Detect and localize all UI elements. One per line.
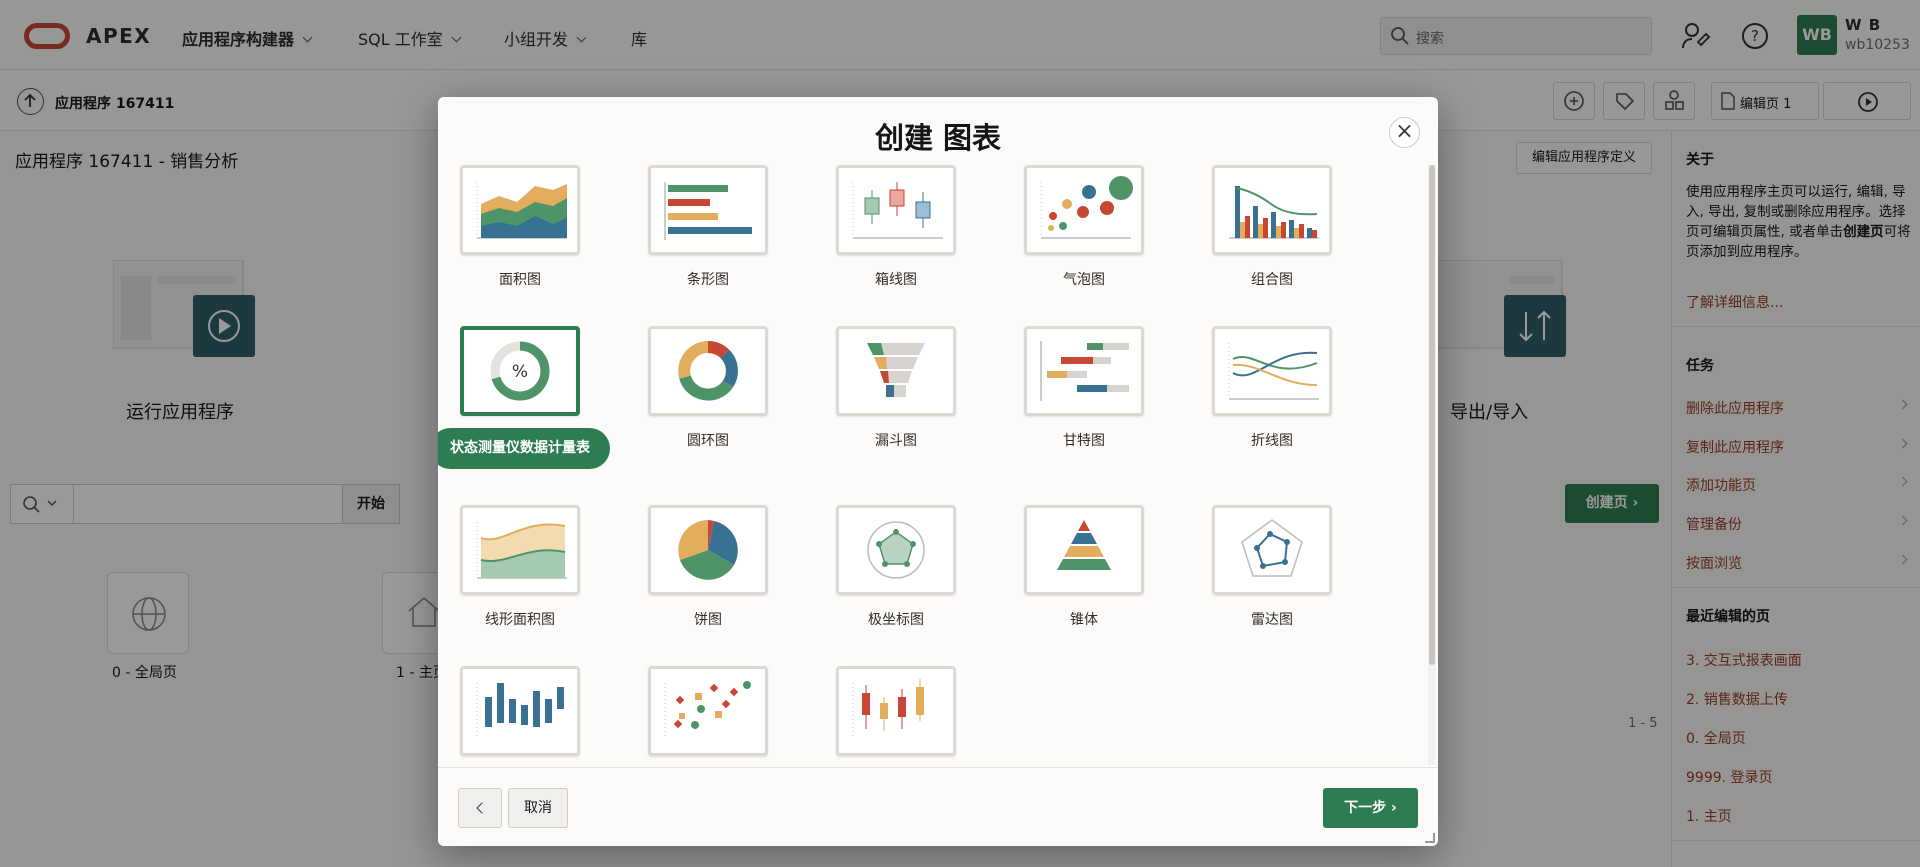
chart-option-donut[interactable]: 圆环图 — [614, 326, 802, 451]
chart-option-pyramid[interactable]: 锥体 — [990, 505, 1178, 630]
scatter-chart-icon — [648, 666, 768, 756]
chart-option-label: 折线图 — [1251, 433, 1293, 449]
bubble-chart-icon — [1024, 165, 1144, 255]
chart-option-label: 组合图 — [1251, 272, 1293, 288]
chart-option-area[interactable]: 面积图 — [438, 165, 614, 290]
previous-button[interactable] — [458, 788, 502, 828]
create-chart-dialog: 创建 图表 × 面积图 条形图 箱线图 气泡图 组合图 % 状态测量仪数据计量表 — [438, 97, 1438, 846]
gantt-chart-icon — [1024, 326, 1144, 416]
next-button-label: 下一步 — [1344, 800, 1387, 816]
chart-option-polar[interactable]: 极坐标图 — [802, 505, 990, 630]
chart-option-label: 甘特图 — [1063, 433, 1105, 449]
chart-option-box-plot[interactable]: 箱线图 — [802, 165, 990, 290]
chart-option-bubble[interactable]: 气泡图 — [990, 165, 1178, 290]
dialog-footer: 取消 下一步 › — [438, 767, 1438, 846]
chart-option-bar[interactable]: 条形图 — [614, 165, 802, 290]
chart-option-pie[interactable]: 饼图 — [614, 505, 802, 630]
chart-option-label: 雷达图 — [1251, 612, 1293, 628]
chart-option-radar[interactable]: 雷达图 — [1178, 505, 1366, 630]
line-area-chart-icon — [460, 505, 580, 595]
chart-option-label: 条形图 — [687, 272, 729, 288]
donut-chart-icon — [648, 326, 768, 416]
chart-option-label: 状态测量仪数据计量表 — [438, 428, 610, 469]
chart-option-funnel[interactable]: 漏斗图 — [802, 326, 990, 451]
chart-option-label: 面积图 — [499, 272, 541, 288]
range-chart-icon — [460, 666, 580, 756]
status-meter-gauge-icon: % — [460, 326, 580, 416]
bar-chart-icon — [648, 165, 768, 255]
stock-chart-icon — [836, 666, 956, 756]
chart-option-stock[interactable] — [802, 666, 990, 765]
resize-handle[interactable] — [1425, 833, 1435, 843]
next-button[interactable]: 下一步 › — [1323, 788, 1418, 828]
area-chart-icon — [460, 165, 580, 255]
scrollbar-thumb[interactable] — [1429, 165, 1435, 665]
box-plot-icon — [836, 165, 956, 255]
chart-option-status-meter-gauge[interactable]: % 状态测量仪数据计量表 — [438, 326, 614, 469]
chart-option-line[interactable]: 折线图 — [1178, 326, 1366, 451]
dialog-title: 创建 图表 — [874, 121, 1002, 155]
chevron-left-icon — [476, 802, 488, 814]
combination-chart-icon — [1212, 165, 1332, 255]
chart-option-line-area[interactable]: 线形面积图 — [438, 505, 614, 630]
pyramid-chart-icon — [1024, 505, 1144, 595]
close-icon[interactable]: × — [1389, 117, 1420, 148]
cancel-button[interactable]: 取消 — [508, 788, 568, 828]
radar-chart-icon — [1212, 505, 1332, 595]
chart-option-label: 极坐标图 — [868, 612, 924, 628]
chart-option-range[interactable] — [438, 666, 614, 765]
line-chart-icon — [1212, 326, 1332, 416]
polar-chart-icon — [836, 505, 956, 595]
chart-option-scatter[interactable] — [614, 666, 802, 765]
chart-option-combination[interactable]: 组合图 — [1178, 165, 1366, 290]
funnel-chart-icon — [836, 326, 956, 416]
chart-option-label: 线形面积图 — [485, 612, 555, 628]
dialog-scrollbar[interactable] — [1428, 165, 1436, 765]
pie-chart-icon — [648, 505, 768, 595]
chart-option-label: 箱线图 — [875, 272, 917, 288]
chart-option-label: 饼图 — [694, 612, 722, 628]
chart-option-label: 气泡图 — [1063, 272, 1105, 288]
gauge-percent-glyph: % — [512, 362, 528, 382]
chart-option-label: 锥体 — [1070, 612, 1098, 628]
chart-option-gantt[interactable]: 甘特图 — [990, 326, 1178, 451]
chart-option-label: 圆环图 — [687, 433, 729, 449]
chart-option-label: 漏斗图 — [875, 433, 917, 449]
chart-type-grid: 面积图 条形图 箱线图 气泡图 组合图 % 状态测量仪数据计量表 圆环图 漏斗图… — [438, 165, 1428, 765]
